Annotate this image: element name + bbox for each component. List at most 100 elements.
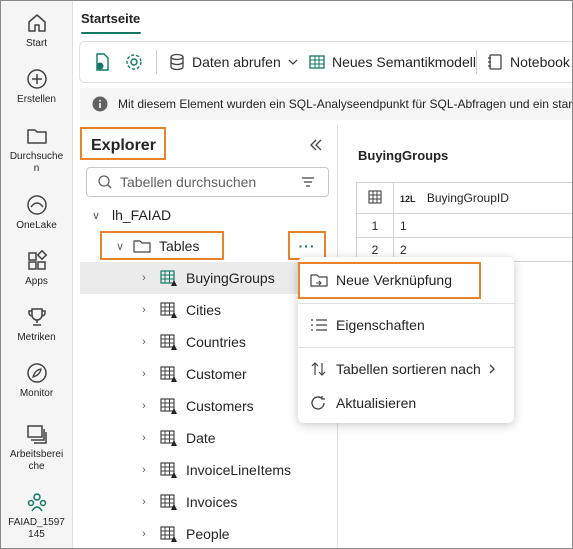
menu-item-sort-tables[interactable]: Tabellen sortieren nach bbox=[298, 353, 514, 385]
tree-lakehouse[interactable]: ∨ lh_FAIAD bbox=[80, 199, 337, 231]
rail-item-create[interactable]: Erstellen bbox=[1, 68, 72, 106]
tree-table-item[interactable]: › People bbox=[80, 518, 337, 548]
chevron-right-icon bbox=[489, 364, 495, 374]
chevron-right-icon: › bbox=[142, 496, 146, 508]
get-data-button[interactable]: Daten abrufen bbox=[168, 42, 300, 82]
chevron-right-icon: › bbox=[142, 336, 146, 348]
rail-label: Start bbox=[25, 38, 48, 49]
left-nav-rail: Start Erstellen Durchsuchen OneLake Apps… bbox=[1, 1, 73, 548]
trophy-icon bbox=[27, 308, 46, 326]
preview-table: 12L BuyingGroupID 1 1 2 2 bbox=[356, 182, 572, 262]
search-input[interactable]: Tabellen durchsuchen bbox=[86, 167, 329, 197]
menu-label: Aktualisieren bbox=[336, 395, 417, 411]
new-semantic-model-label: Neues Semantikmodell bbox=[332, 54, 476, 70]
rail-item-browse[interactable]: Durchsuchen bbox=[1, 125, 72, 175]
rail-label: FAIAD_1597145 bbox=[8, 517, 65, 540]
more-options-button[interactable]: ··· bbox=[288, 231, 326, 260]
tab-start[interactable]: Startseite bbox=[81, 11, 140, 26]
folder-link-icon bbox=[310, 274, 328, 287]
info-text: Mit diesem Element wurden ein SQL-Analys… bbox=[118, 97, 572, 111]
menu-label: Neue Verknüpfung bbox=[336, 272, 452, 288]
rail-item-onelake[interactable]: OneLake bbox=[1, 194, 72, 232]
delta-table-icon bbox=[160, 462, 177, 478]
rail-item-workspaces[interactable]: Arbeitsbereiche bbox=[1, 423, 72, 473]
properties-list-icon bbox=[311, 319, 327, 331]
chevron-right-icon: › bbox=[142, 368, 146, 380]
menu-label: Eigenschaften bbox=[336, 317, 425, 333]
chevron-right-icon: › bbox=[142, 528, 146, 540]
rail-label: Apps bbox=[25, 276, 48, 287]
chevron-down-icon: ∨ bbox=[91, 209, 101, 222]
toolbar: Daten abrufen Neues Semantikmodell Noteb… bbox=[79, 41, 572, 83]
search-placeholder: Tabellen durchsuchen bbox=[120, 174, 257, 190]
rail-item-apps[interactable]: Apps bbox=[1, 250, 72, 288]
table-grid-icon bbox=[368, 189, 382, 204]
refresh-icon bbox=[311, 396, 325, 410]
rail-label: Arbeitsbereiche bbox=[9, 449, 64, 472]
table-name: Customers bbox=[186, 398, 254, 414]
table-name: Date bbox=[186, 430, 216, 446]
rail-item-metrics[interactable]: Metriken bbox=[1, 306, 72, 344]
new-item-button[interactable] bbox=[92, 42, 112, 82]
new-semantic-model-button[interactable]: Neues Semantikmodell bbox=[308, 42, 476, 82]
get-data-label: Daten abrufen bbox=[192, 54, 281, 70]
table-header-cell bbox=[356, 182, 394, 214]
delta-table-icon bbox=[160, 398, 177, 414]
cell-value: 1 bbox=[393, 213, 572, 238]
column-header[interactable]: 12L BuyingGroupID bbox=[393, 182, 572, 214]
collapse-pane-icon[interactable] bbox=[308, 137, 324, 153]
apps-icon bbox=[27, 250, 47, 270]
database-icon bbox=[170, 53, 184, 71]
tree-table-item[interactable]: › Invoices bbox=[80, 486, 337, 518]
lakehouse-label: lh_FAIAD bbox=[112, 207, 172, 223]
info-icon bbox=[92, 96, 108, 112]
notebook-label: Notebook bbox=[510, 54, 570, 70]
table-model-icon bbox=[309, 55, 325, 69]
delta-table-icon bbox=[160, 366, 177, 382]
table-name: BuyingGroups bbox=[186, 270, 275, 286]
file-refresh-icon bbox=[96, 53, 109, 71]
menu-separator bbox=[298, 347, 514, 348]
tree-table-item[interactable]: › Date bbox=[80, 422, 337, 454]
notebook-icon bbox=[488, 54, 502, 70]
delta-table-icon bbox=[160, 270, 177, 286]
rail-label: Monitor bbox=[19, 388, 54, 399]
table-name: Countries bbox=[186, 334, 246, 350]
rail-item-start[interactable]: Start bbox=[1, 12, 72, 50]
filter-icon[interactable] bbox=[300, 174, 316, 190]
menu-label: Tabellen sortieren nach bbox=[336, 361, 481, 377]
settings-button[interactable] bbox=[124, 42, 144, 82]
menu-item-refresh[interactable]: Aktualisieren bbox=[298, 387, 514, 419]
sort-icon bbox=[311, 362, 326, 376]
table-name: InvoiceLineItems bbox=[186, 462, 292, 478]
chevron-right-icon: › bbox=[142, 272, 146, 284]
preview-title: BuyingGroups bbox=[358, 148, 449, 163]
notebook-button[interactable]: Notebook bbox=[486, 42, 570, 82]
menu-item-properties[interactable]: Eigenschaften bbox=[298, 309, 514, 341]
table-name: Customer bbox=[186, 366, 247, 382]
delta-table-icon bbox=[160, 494, 177, 510]
rail-item-monitor[interactable]: Monitor bbox=[1, 362, 72, 400]
tables-highlight bbox=[100, 231, 224, 260]
table-name: Invoices bbox=[186, 494, 238, 510]
more-options-label: ··· bbox=[298, 237, 316, 254]
chevron-right-icon: › bbox=[142, 464, 146, 476]
chevron-right-icon: › bbox=[142, 400, 146, 412]
active-tab-indicator bbox=[81, 32, 141, 34]
workspace-people-icon bbox=[27, 493, 46, 512]
explorer-title: Explorer bbox=[91, 137, 156, 154]
info-bar: Mit diesem Element wurden ein SQL-Analys… bbox=[80, 88, 572, 120]
column-name-label: BuyingGroupID bbox=[426, 191, 509, 205]
table-name: Cities bbox=[186, 302, 222, 318]
table-name: People bbox=[186, 526, 230, 542]
rail-label: Erstellen bbox=[17, 94, 56, 105]
menu-separator bbox=[298, 303, 514, 304]
rail-item-current-workspace[interactable]: FAIAD_1597145 bbox=[1, 491, 72, 541]
search-icon bbox=[98, 175, 112, 189]
tree-table-item[interactable]: › InvoiceLineItems bbox=[80, 454, 337, 486]
chevron-down-icon bbox=[288, 59, 298, 65]
chevron-right-icon: › bbox=[142, 304, 146, 316]
folder-icon bbox=[26, 129, 47, 144]
tab-bar: Startseite bbox=[73, 1, 572, 37]
menu-item-new-shortcut[interactable]: Neue Verknüpfung bbox=[298, 264, 514, 296]
